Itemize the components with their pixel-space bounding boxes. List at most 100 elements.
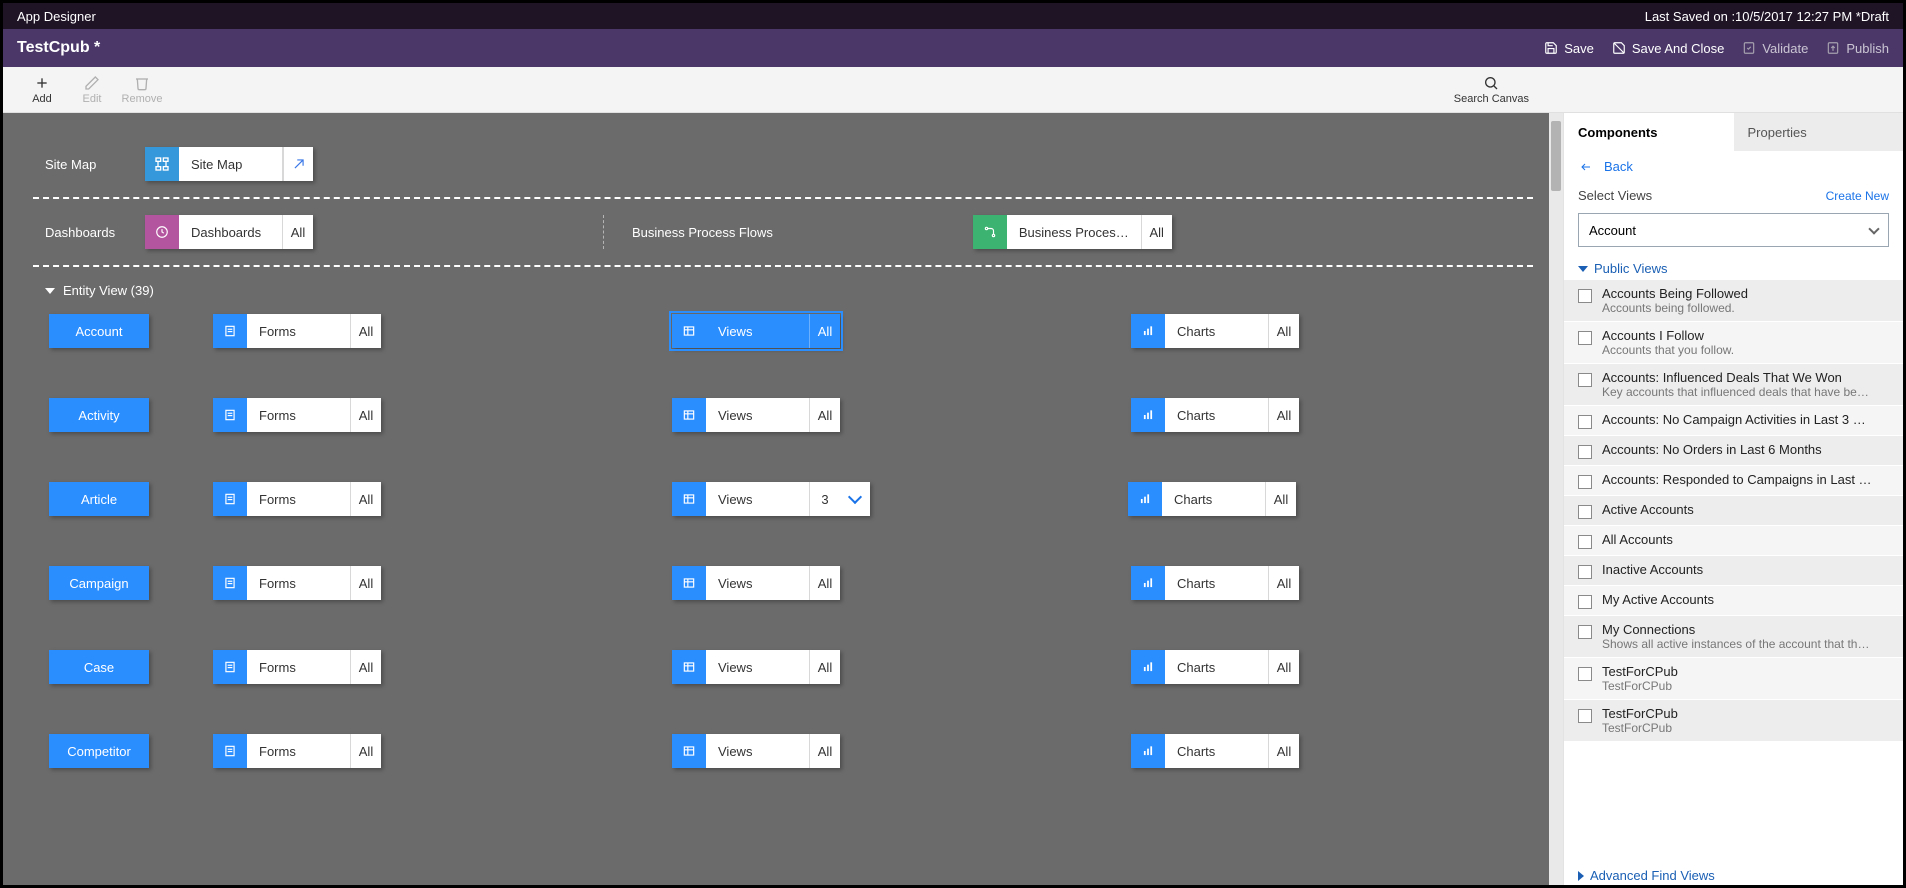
- view-checkbox[interactable]: [1578, 415, 1592, 429]
- view-item[interactable]: Accounts: No Orders in Last 6 Months: [1564, 436, 1903, 466]
- entity-select-dropdown[interactable]: Account: [1578, 213, 1889, 247]
- charts-label: Charts: [1165, 650, 1269, 684]
- view-item[interactable]: Accounts I Follow Accounts that you foll…: [1564, 322, 1903, 364]
- entity-tile-campaign[interactable]: Campaign: [49, 566, 149, 600]
- entity-tile-article[interactable]: Article: [49, 482, 149, 516]
- view-checkbox[interactable]: [1578, 475, 1592, 489]
- view-item[interactable]: My Active Accounts: [1564, 586, 1903, 616]
- back-link[interactable]: Back: [1564, 151, 1903, 182]
- forms-all: All: [351, 314, 381, 348]
- views-icon: [672, 734, 706, 768]
- forms-tile[interactable]: Forms All: [213, 314, 381, 348]
- add-button[interactable]: Add: [17, 75, 67, 105]
- right-panel: Components Properties Back Select Views …: [1563, 113, 1903, 885]
- forms-tile[interactable]: Forms All: [213, 650, 381, 684]
- view-checkbox[interactable]: [1578, 625, 1592, 639]
- views-count: 3: [810, 482, 840, 516]
- advanced-find-accordion[interactable]: Advanced Find Views: [1564, 862, 1903, 885]
- charts-tile[interactable]: Charts All: [1131, 314, 1299, 348]
- publish-button[interactable]: Publish: [1826, 41, 1889, 56]
- designer-canvas[interactable]: Site Map Site Map Dashboards: [3, 113, 1563, 885]
- toolbar: Add Edit Remove Search Canvas: [3, 67, 1903, 113]
- charts-tile[interactable]: Charts All: [1131, 398, 1299, 432]
- view-checkbox[interactable]: [1578, 505, 1592, 519]
- views-label: Views: [706, 734, 810, 768]
- forms-tile[interactable]: Forms All: [213, 482, 381, 516]
- view-item[interactable]: Active Accounts: [1564, 496, 1903, 526]
- views-tile[interactable]: Views All: [672, 314, 840, 348]
- view-title: Accounts: No Orders in Last 6 Months: [1602, 442, 1822, 457]
- create-new-link[interactable]: Create New: [1826, 189, 1889, 203]
- canvas-scrollbar[interactable]: [1549, 113, 1563, 885]
- view-item[interactable]: Inactive Accounts: [1564, 556, 1903, 586]
- views-all: All: [810, 314, 840, 348]
- views-icon: [672, 314, 706, 348]
- view-item[interactable]: My Connections Shows all active instance…: [1564, 616, 1903, 658]
- charts-icon: [1131, 566, 1165, 600]
- view-description: Accounts being followed.: [1602, 301, 1748, 315]
- view-checkbox[interactable]: [1578, 373, 1592, 387]
- charts-tile[interactable]: Charts All: [1131, 650, 1299, 684]
- charts-icon: [1128, 482, 1162, 516]
- charts-all: All: [1269, 314, 1299, 348]
- public-views-accordion[interactable]: Public Views: [1564, 255, 1903, 280]
- view-checkbox[interactable]: [1578, 667, 1592, 681]
- save-button[interactable]: Save: [1544, 41, 1594, 56]
- charts-tile[interactable]: Charts All: [1131, 734, 1299, 768]
- charts-tile[interactable]: Charts All: [1131, 566, 1299, 600]
- view-checkbox[interactable]: [1578, 289, 1592, 303]
- view-item[interactable]: Accounts Being Followed Accounts being f…: [1564, 280, 1903, 322]
- view-title: All Accounts: [1602, 532, 1673, 547]
- forms-tile[interactable]: Forms All: [213, 734, 381, 768]
- forms-icon: [213, 314, 247, 348]
- entity-tile-activity[interactable]: Activity: [49, 398, 149, 432]
- charts-tile[interactable]: Charts All: [1128, 482, 1296, 516]
- save-and-close-button[interactable]: Save And Close: [1612, 41, 1725, 56]
- views-tile[interactable]: Views All: [672, 734, 840, 768]
- view-item[interactable]: TestForCPub TestForCPub: [1564, 658, 1903, 700]
- view-title: Accounts: Influenced Deals That We Won: [1602, 370, 1872, 385]
- chevron-down-icon: [848, 490, 862, 504]
- view-description: Shows all active instances of the accoun…: [1602, 637, 1872, 651]
- sitemap-tile[interactable]: Site Map: [145, 147, 313, 181]
- edit-button: Edit: [67, 75, 117, 105]
- view-checkbox[interactable]: [1578, 709, 1592, 723]
- entity-view-header[interactable]: Entity View (39): [33, 283, 1533, 298]
- view-title: Accounts I Follow: [1602, 328, 1734, 343]
- views-tile[interactable]: Views All: [672, 650, 840, 684]
- view-checkbox[interactable]: [1578, 535, 1592, 549]
- dashboards-tile[interactable]: Dashboards All: [145, 215, 313, 249]
- views-expand[interactable]: [840, 482, 870, 516]
- view-item[interactable]: Accounts: No Campaign Activities in Last…: [1564, 406, 1903, 436]
- view-checkbox[interactable]: [1578, 331, 1592, 345]
- charts-label: Charts: [1165, 566, 1269, 600]
- charts-label: Charts: [1165, 314, 1269, 348]
- tab-components[interactable]: Components: [1564, 113, 1734, 151]
- view-checkbox[interactable]: [1578, 445, 1592, 459]
- search-canvas-button[interactable]: Search Canvas: [1454, 75, 1529, 105]
- entity-tile-competitor[interactable]: Competitor: [49, 734, 149, 768]
- view-checkbox[interactable]: [1578, 565, 1592, 579]
- views-tile[interactable]: Views 3: [672, 482, 870, 516]
- view-description: Accounts that you follow.: [1602, 343, 1734, 357]
- view-item[interactable]: All Accounts: [1564, 526, 1903, 556]
- view-item[interactable]: Accounts: Influenced Deals That We Won K…: [1564, 364, 1903, 406]
- bpf-tile[interactable]: Business Proces… All: [973, 215, 1172, 249]
- view-item[interactable]: TestForCPub TestForCPub: [1564, 700, 1903, 742]
- view-title: My Connections: [1602, 622, 1872, 637]
- forms-label: Forms: [247, 314, 351, 348]
- forms-icon: [213, 566, 247, 600]
- views-tile[interactable]: Views All: [672, 398, 840, 432]
- open-sitemap-arrow[interactable]: [283, 147, 313, 181]
- entity-tile-case[interactable]: Case: [49, 650, 149, 684]
- tab-properties[interactable]: Properties: [1734, 113, 1904, 151]
- forms-tile[interactable]: Forms All: [213, 566, 381, 600]
- validate-icon: [1742, 41, 1756, 55]
- view-checkbox[interactable]: [1578, 595, 1592, 609]
- entity-tile-account[interactable]: Account: [49, 314, 149, 348]
- view-item[interactable]: Accounts: Responded to Campaigns in Last…: [1564, 466, 1903, 496]
- views-tile[interactable]: Views All: [672, 566, 840, 600]
- forms-tile[interactable]: Forms All: [213, 398, 381, 432]
- validate-button[interactable]: Validate: [1742, 41, 1808, 56]
- publish-icon: [1826, 41, 1840, 55]
